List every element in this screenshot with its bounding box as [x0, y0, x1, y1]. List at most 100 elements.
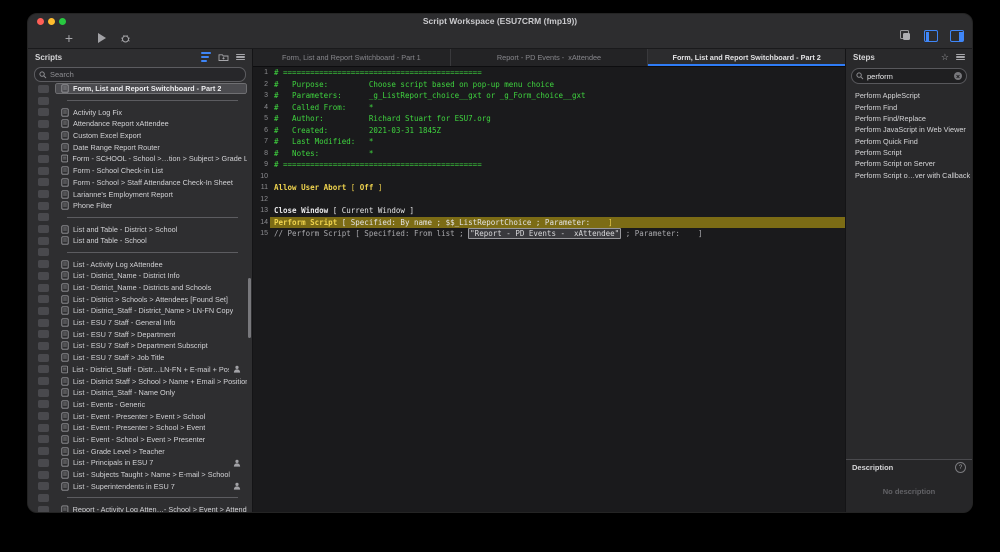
include-in-menu-checkbox[interactable] [38, 201, 49, 210]
new-folder-icon[interactable] [218, 53, 229, 62]
include-in-menu-checkbox[interactable] [38, 365, 49, 374]
script-list-item[interactable]: Attendance Report xAttendee [28, 118, 252, 130]
favorite-steps-icon[interactable]: ☆ [941, 52, 949, 62]
code-line[interactable]: 14 Perform Script [ Specified: By name ; … [253, 216, 845, 228]
scripts-scrollbar-thumb[interactable] [247, 278, 251, 338]
script-list-item[interactable]: Custom Excel Export [28, 130, 252, 142]
duplicate-icon[interactable] [900, 30, 912, 42]
include-in-menu-checkbox[interactable] [38, 458, 49, 467]
script-list-item[interactable]: List - ESU 7 Staff - General Info [28, 317, 252, 329]
script-list-separator[interactable] [28, 212, 252, 224]
step-item[interactable]: Perform Find [846, 101, 972, 112]
toggle-scripts-pane-button[interactable] [924, 30, 938, 42]
code-line[interactable]: 3 # Parameters: _g_ListReport_choice__gxt… [253, 90, 845, 102]
script-list-item[interactable]: Form, List and Report Switchboard - Part… [28, 83, 252, 95]
code-line[interactable]: 7 # Last Modified: * [253, 136, 845, 148]
step-item[interactable]: Perform Script o…ver with Callback [846, 169, 972, 180]
include-in-menu-checkbox[interactable] [38, 423, 49, 432]
step-item[interactable]: Perform Script [846, 147, 972, 158]
script-list-item[interactable]: List and Table - School [28, 235, 252, 247]
include-in-menu-checkbox[interactable] [38, 154, 49, 163]
step-item[interactable]: Perform Find/Replace [846, 113, 972, 124]
script-list-item[interactable]: List - Activity Log xAttendee [28, 258, 252, 270]
script-list-item[interactable]: List - Grade Level > Teacher [28, 445, 252, 457]
script-list-item[interactable]: List and Table - District > School [28, 223, 252, 235]
new-script-button[interactable]: + [60, 30, 78, 46]
script-editor[interactable]: 1 # =====================================… [253, 67, 845, 512]
script-list-separator[interactable] [28, 95, 252, 107]
step-item[interactable]: Perform AppleScript [846, 90, 972, 101]
step-item[interactable]: Perform JavaScript in Web Viewer [846, 124, 972, 135]
script-list-item[interactable]: Form - School > Staff Attendance Check-I… [28, 177, 252, 189]
script-list-item[interactable]: Report - Activity Log Atten…- School > E… [28, 504, 252, 512]
include-in-menu-checkbox[interactable] [38, 84, 49, 93]
code-line[interactable]: 1 # =====================================… [253, 67, 845, 79]
script-list-item[interactable]: List - ESU 7 Staff > Job Title [28, 352, 252, 364]
include-in-menu-checkbox[interactable] [38, 505, 49, 512]
step-item[interactable]: Perform Script on Server [846, 158, 972, 169]
script-list-item[interactable]: Larianne's Employment Report [28, 188, 252, 200]
code-line[interactable]: 15 // Perform Script [ Specified: From li… [253, 228, 845, 240]
script-list-item[interactable]: List - Events - Generic [28, 399, 252, 411]
include-in-menu-checkbox[interactable] [38, 435, 49, 444]
include-in-menu-checkbox[interactable] [38, 283, 49, 292]
code-line[interactable]: 6 # Created: 2021-03-31 1845Z [253, 125, 845, 137]
script-list-item[interactable]: List - Event - Presenter > Event > Schoo… [28, 410, 252, 422]
code-line[interactable]: 11 Allow User Abort [ Off ] [253, 182, 845, 194]
include-in-menu-checkbox[interactable] [38, 306, 49, 315]
include-in-menu-checkbox[interactable] [38, 482, 49, 491]
scripts-menu-icon[interactable] [236, 53, 245, 61]
script-list-item[interactable]: Form - SCHOOL - School >…tion > Subject … [28, 153, 252, 165]
run-script-button[interactable] [98, 33, 106, 43]
include-in-menu-checkbox[interactable] [38, 493, 49, 502]
editor-tab-active[interactable]: Form, List and Report Switchboard - Part… [648, 49, 846, 66]
script-list-separator[interactable] [28, 247, 252, 259]
include-in-menu-checkbox[interactable] [38, 213, 49, 222]
include-in-menu-checkbox[interactable] [38, 190, 49, 199]
step-item[interactable]: Perform Quick Find [846, 135, 972, 146]
include-in-menu-checkbox[interactable] [38, 166, 49, 175]
scripts-view-toggle-icon[interactable] [201, 51, 211, 63]
include-in-menu-checkbox[interactable] [38, 447, 49, 456]
include-in-menu-checkbox[interactable] [38, 248, 49, 257]
include-in-menu-checkbox[interactable] [38, 388, 49, 397]
script-list-item[interactable]: List - District_Staff - District_Name > … [28, 305, 252, 317]
include-in-menu-checkbox[interactable] [38, 225, 49, 234]
script-list-item[interactable]: Date Range Report Router [28, 141, 252, 153]
help-icon[interactable]: ? [955, 462, 966, 473]
script-list-item[interactable]: List - Event - School > Event > Presente… [28, 434, 252, 446]
include-in-menu-checkbox[interactable] [38, 341, 49, 350]
code-line[interactable]: 8 # Notes: * [253, 148, 845, 160]
include-in-menu-checkbox[interactable] [38, 131, 49, 140]
include-in-menu-checkbox[interactable] [38, 236, 49, 245]
code-line[interactable]: 13 Close Window [ Current Window ] [253, 205, 845, 217]
debug-script-button[interactable] [118, 31, 132, 45]
script-list-item[interactable]: List - Event - Presenter > School > Even… [28, 422, 252, 434]
code-line[interactable]: 10 [253, 171, 845, 183]
code-line[interactable]: 9 # =====================================… [253, 159, 845, 171]
include-in-menu-checkbox[interactable] [38, 377, 49, 386]
script-list-item[interactable]: Activity Log Fix [28, 106, 252, 118]
clear-search-icon[interactable] [954, 72, 962, 80]
editor-tab[interactable]: Report - PD Events - xAttendee [450, 49, 649, 66]
script-list-item[interactable]: List - District_Staff - Distr…LN-FN + E-… [28, 364, 252, 376]
script-list-item[interactable]: Phone Filter [28, 200, 252, 212]
include-in-menu-checkbox[interactable] [38, 330, 49, 339]
steps-list-view-icon[interactable] [956, 53, 965, 61]
include-in-menu-checkbox[interactable] [38, 260, 49, 269]
include-in-menu-checkbox[interactable] [38, 108, 49, 117]
steps-search-input[interactable] [867, 71, 951, 81]
editor-tab[interactable]: Form, List and Report Switchboard - Part… [253, 49, 451, 66]
include-in-menu-checkbox[interactable] [38, 271, 49, 280]
script-list-item[interactable]: List - District_Staff - Name Only [28, 387, 252, 399]
include-in-menu-checkbox[interactable] [38, 470, 49, 479]
script-list-item[interactable]: List - Principals in ESU 7 [28, 457, 252, 469]
include-in-menu-checkbox[interactable] [38, 295, 49, 304]
script-list-item[interactable]: List - Subjects Taught > Name > E-mail >… [28, 469, 252, 481]
script-list-item[interactable]: List - District_Name - Districts and Sch… [28, 282, 252, 294]
script-list-separator[interactable] [28, 492, 252, 504]
code-line[interactable]: 4 # Called From: * [253, 102, 845, 114]
script-list-item[interactable]: Form - School Check-in List [28, 165, 252, 177]
scripts-search-input[interactable] [50, 70, 241, 79]
include-in-menu-checkbox[interactable] [38, 412, 49, 421]
